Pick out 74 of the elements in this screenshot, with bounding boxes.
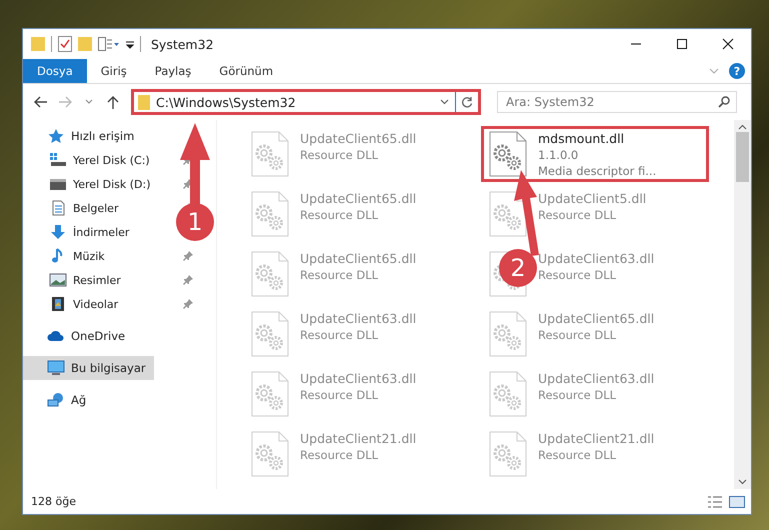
nav-item[interactable]: OneDrive <box>23 324 134 348</box>
item-count: 128 öğe <box>31 495 76 508</box>
close-icon <box>722 38 734 50</box>
ribbon-tab[interactable]: Paylaş <box>140 59 206 83</box>
download-arrow-icon <box>49 224 67 240</box>
nav-item[interactable]: Belgeler <box>23 196 175 220</box>
dll-file-icon <box>250 191 290 237</box>
film-icon <box>49 296 67 312</box>
nav-item[interactable]: Müzik <box>23 244 175 268</box>
chevron-down-icon[interactable] <box>738 479 747 485</box>
file-detail: Resource DLL <box>538 208 618 222</box>
nav-item[interactable]: Bu bilgisayar <box>23 356 154 380</box>
file-detail: Resource DLL <box>300 268 380 282</box>
drive-icon <box>49 176 67 192</box>
dll-file-icon <box>488 431 528 477</box>
details-view-icon[interactable] <box>707 496 723 508</box>
ribbon-tab[interactable]: Görünüm <box>205 59 288 83</box>
dll-file-icon <box>250 431 290 477</box>
dll-file-icon <box>488 371 528 417</box>
dll-file-icon <box>488 131 528 177</box>
scrollbar-thumb[interactable] <box>736 132 749 182</box>
forward-arrow-icon <box>58 96 72 108</box>
file-detail: Resource DLL <box>300 388 380 402</box>
up-arrow-icon <box>107 95 119 109</box>
address-path: C:\Windows\System32 <box>156 94 296 110</box>
chevron-down-icon[interactable] <box>440 99 449 105</box>
file-detail: Resource DLL <box>538 388 618 402</box>
file-detail: Media descriptor fi... <box>538 164 656 178</box>
window-title: System32 <box>151 36 214 52</box>
file-name[interactable]: mdsmount.dll <box>538 131 656 146</box>
nav-item[interactable]: Hızlı erişim <box>23 124 142 148</box>
chevron-up-icon[interactable] <box>738 124 747 130</box>
dll-file-icon <box>250 311 290 357</box>
nav-item[interactable]: Videolar <box>23 292 175 316</box>
file-detail: Resource DLL <box>538 268 618 282</box>
file-detail: Resource DLL <box>538 328 618 342</box>
back-arrow-icon <box>34 96 48 108</box>
checklist-icon[interactable] <box>58 36 72 52</box>
file-detail: Resource DLL <box>300 208 380 222</box>
nav-item[interactable]: Yerel Disk (D:) <box>23 172 175 196</box>
ribbon-tab[interactable]: Dosya <box>23 59 87 83</box>
drive-icon <box>49 152 67 168</box>
dll-file-icon <box>250 251 290 297</box>
search-icon <box>718 96 730 108</box>
refresh-icon <box>461 96 473 108</box>
star-icon <box>47 128 65 144</box>
monitor-icon <box>47 360 65 376</box>
folder-icon <box>138 94 150 110</box>
address-bar[interactable]: C:\Windows\System32 <box>131 89 481 115</box>
file-detail: 1.1.0.0 <box>538 148 580 162</box>
file-detail: Resource DLL <box>300 328 380 342</box>
dll-file-icon <box>488 311 528 357</box>
nav-item[interactable]: Ağ <box>23 388 94 412</box>
file-detail: Resource DLL <box>300 148 380 162</box>
ribbon-tab[interactable]: Giriş <box>86 59 141 83</box>
cloud-icon <box>47 328 65 344</box>
help-button[interactable]: ? <box>729 63 745 79</box>
nav-item[interactable]: Resimler <box>23 268 175 292</box>
maximize-icon <box>676 38 688 50</box>
dll-file-icon <box>250 371 290 417</box>
dll-file-icon <box>250 131 290 177</box>
file-detail: Resource DLL <box>300 448 380 462</box>
chevron-down-icon <box>85 99 93 105</box>
dropdown-icon[interactable] <box>126 39 134 49</box>
folder-icon <box>31 36 45 52</box>
vertical-scrollbar[interactable] <box>734 120 751 489</box>
large-icons-view-icon[interactable] <box>729 496 745 508</box>
search-field[interactable]: Ara: System32 <box>497 91 737 113</box>
file-detail: Resource DLL <box>538 448 618 462</box>
properties-icon[interactable] <box>98 37 120 51</box>
nav-item[interactable]: Yerel Disk (C:) <box>23 148 175 172</box>
network-icon <box>47 392 65 408</box>
picture-icon <box>49 272 67 288</box>
nav-item[interactable]: İndirmeler <box>23 220 175 244</box>
